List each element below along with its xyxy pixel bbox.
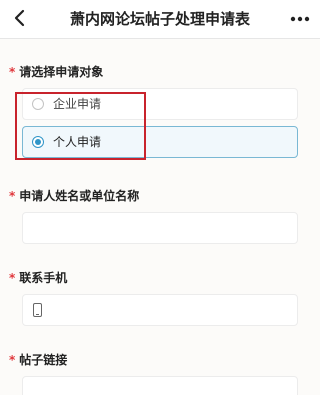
required-mark: * [9,353,16,367]
phone-label: * 联系手机 [9,269,67,286]
option-personal-label: 个人申请 [53,135,102,149]
applicant-name-input[interactable] [22,212,298,244]
phone-input[interactable] [22,294,298,326]
post-link-input[interactable] [22,376,298,395]
post-link-label: * 帖子链接 [9,351,67,368]
required-mark: * [9,65,16,79]
chevron-left-icon [14,9,25,27]
option-personal[interactable]: 个人申请 [22,126,298,158]
applicant-name-label-text: 申请人姓名或单位名称 [19,189,140,203]
required-mark: * [9,189,16,203]
option-enterprise-label: 企业申请 [53,97,102,111]
top-bar: 萧内网论坛帖子处理申请表 [0,0,320,39]
page-title: 萧内网论坛帖子处理申请表 [69,10,250,28]
more-dots-icon [290,16,310,22]
more-button[interactable] [288,6,312,32]
phone-label-text: 联系手机 [19,271,68,285]
applicant-type-label: * 请选择申请对象 [9,63,103,80]
radio-unchecked-icon [32,98,44,110]
mobile-phone-icon [33,303,42,317]
required-mark: * [9,271,16,285]
option-enterprise[interactable]: 企业申请 [22,88,298,120]
form-container: * 请选择申请对象 企业申请 个人申请 * 申请人姓名或单位名称 * 联系手机 * 帖子… [0,39,320,395]
radio-checked-icon [32,136,44,148]
back-button[interactable] [8,5,32,31]
post-link-label-text: 帖子链接 [19,353,68,367]
applicant-name-label: * 申请人姓名或单位名称 [9,187,139,204]
applicant-type-label-text: 请选择申请对象 [19,65,104,79]
